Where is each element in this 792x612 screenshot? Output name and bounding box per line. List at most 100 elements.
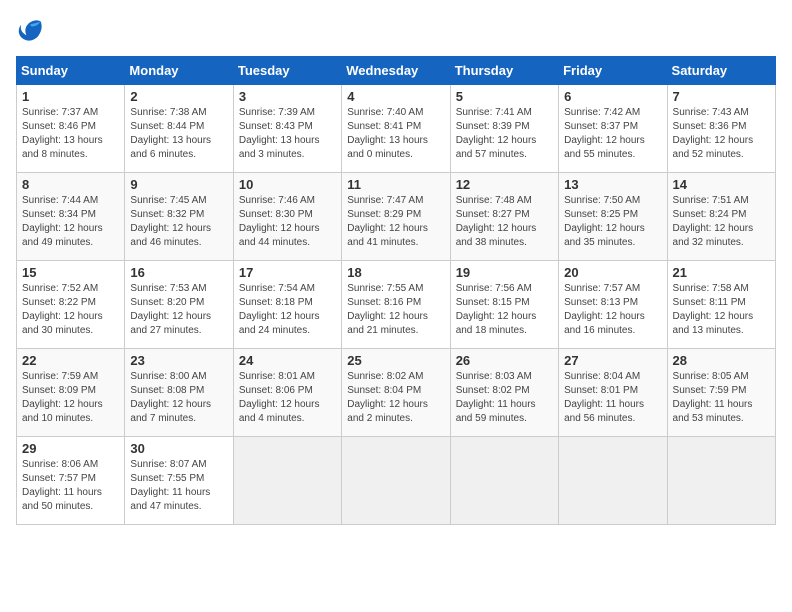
day-number: 25 bbox=[347, 353, 444, 368]
logo bbox=[16, 16, 48, 44]
calendar-cell: 19 Sunrise: 7:56 AM Sunset: 8:15 PM Dayl… bbox=[450, 261, 558, 349]
calendar-cell: 21 Sunrise: 7:58 AM Sunset: 8:11 PM Dayl… bbox=[667, 261, 775, 349]
calendar-cell bbox=[342, 437, 450, 525]
day-detail: Sunrise: 8:06 AM Sunset: 7:57 PM Dayligh… bbox=[22, 459, 102, 512]
day-number: 7 bbox=[673, 89, 770, 104]
calendar-cell: 16 Sunrise: 7:53 AM Sunset: 8:20 PM Dayl… bbox=[125, 261, 233, 349]
day-detail: Sunrise: 7:44 AM Sunset: 8:34 PM Dayligh… bbox=[22, 195, 103, 248]
day-number: 6 bbox=[564, 89, 661, 104]
calendar-cell: 7 Sunrise: 7:43 AM Sunset: 8:36 PM Dayli… bbox=[667, 85, 775, 173]
calendar-week-row: 22 Sunrise: 7:59 AM Sunset: 8:09 PM Dayl… bbox=[17, 349, 776, 437]
day-number: 4 bbox=[347, 89, 444, 104]
day-number: 3 bbox=[239, 89, 336, 104]
calendar-cell: 28 Sunrise: 8:05 AM Sunset: 7:59 PM Dayl… bbox=[667, 349, 775, 437]
column-header-friday: Friday bbox=[559, 57, 667, 85]
day-number: 5 bbox=[456, 89, 553, 104]
day-number: 14 bbox=[673, 177, 770, 192]
calendar-cell bbox=[559, 437, 667, 525]
day-detail: Sunrise: 7:38 AM Sunset: 8:44 PM Dayligh… bbox=[130, 107, 211, 160]
calendar-week-row: 29 Sunrise: 8:06 AM Sunset: 7:57 PM Dayl… bbox=[17, 437, 776, 525]
day-detail: Sunrise: 8:05 AM Sunset: 7:59 PM Dayligh… bbox=[673, 371, 753, 424]
calendar-cell: 20 Sunrise: 7:57 AM Sunset: 8:13 PM Dayl… bbox=[559, 261, 667, 349]
day-number: 22 bbox=[22, 353, 119, 368]
day-detail: Sunrise: 7:43 AM Sunset: 8:36 PM Dayligh… bbox=[673, 107, 754, 160]
calendar-cell: 30 Sunrise: 8:07 AM Sunset: 7:55 PM Dayl… bbox=[125, 437, 233, 525]
day-detail: Sunrise: 7:52 AM Sunset: 8:22 PM Dayligh… bbox=[22, 283, 103, 336]
day-number: 21 bbox=[673, 265, 770, 280]
calendar-week-row: 8 Sunrise: 7:44 AM Sunset: 8:34 PM Dayli… bbox=[17, 173, 776, 261]
day-detail: Sunrise: 7:54 AM Sunset: 8:18 PM Dayligh… bbox=[239, 283, 320, 336]
day-detail: Sunrise: 7:46 AM Sunset: 8:30 PM Dayligh… bbox=[239, 195, 320, 248]
day-detail: Sunrise: 7:56 AM Sunset: 8:15 PM Dayligh… bbox=[456, 283, 537, 336]
calendar-cell: 2 Sunrise: 7:38 AM Sunset: 8:44 PM Dayli… bbox=[125, 85, 233, 173]
day-detail: Sunrise: 8:00 AM Sunset: 8:08 PM Dayligh… bbox=[130, 371, 211, 424]
column-header-thursday: Thursday bbox=[450, 57, 558, 85]
calendar-cell: 12 Sunrise: 7:48 AM Sunset: 8:27 PM Dayl… bbox=[450, 173, 558, 261]
calendar-table: SundayMondayTuesdayWednesdayThursdayFrid… bbox=[16, 56, 776, 525]
day-number: 16 bbox=[130, 265, 227, 280]
calendar-cell: 9 Sunrise: 7:45 AM Sunset: 8:32 PM Dayli… bbox=[125, 173, 233, 261]
day-detail: Sunrise: 7:51 AM Sunset: 8:24 PM Dayligh… bbox=[673, 195, 754, 248]
day-detail: Sunrise: 7:40 AM Sunset: 8:41 PM Dayligh… bbox=[347, 107, 428, 160]
day-number: 30 bbox=[130, 441, 227, 456]
calendar-cell: 27 Sunrise: 8:04 AM Sunset: 8:01 PM Dayl… bbox=[559, 349, 667, 437]
page-header bbox=[16, 16, 776, 44]
calendar-cell: 17 Sunrise: 7:54 AM Sunset: 8:18 PM Dayl… bbox=[233, 261, 341, 349]
calendar-cell: 13 Sunrise: 7:50 AM Sunset: 8:25 PM Dayl… bbox=[559, 173, 667, 261]
day-detail: Sunrise: 8:01 AM Sunset: 8:06 PM Dayligh… bbox=[239, 371, 320, 424]
calendar-cell: 5 Sunrise: 7:41 AM Sunset: 8:39 PM Dayli… bbox=[450, 85, 558, 173]
day-detail: Sunrise: 7:37 AM Sunset: 8:46 PM Dayligh… bbox=[22, 107, 103, 160]
day-number: 24 bbox=[239, 353, 336, 368]
calendar-cell: 4 Sunrise: 7:40 AM Sunset: 8:41 PM Dayli… bbox=[342, 85, 450, 173]
day-detail: Sunrise: 7:58 AM Sunset: 8:11 PM Dayligh… bbox=[673, 283, 754, 336]
day-detail: Sunrise: 8:04 AM Sunset: 8:01 PM Dayligh… bbox=[564, 371, 644, 424]
day-number: 9 bbox=[130, 177, 227, 192]
calendar-cell: 6 Sunrise: 7:42 AM Sunset: 8:37 PM Dayli… bbox=[559, 85, 667, 173]
day-detail: Sunrise: 7:45 AM Sunset: 8:32 PM Dayligh… bbox=[130, 195, 211, 248]
day-detail: Sunrise: 7:59 AM Sunset: 8:09 PM Dayligh… bbox=[22, 371, 103, 424]
calendar-cell: 26 Sunrise: 8:03 AM Sunset: 8:02 PM Dayl… bbox=[450, 349, 558, 437]
column-header-saturday: Saturday bbox=[667, 57, 775, 85]
calendar-cell bbox=[233, 437, 341, 525]
calendar-cell bbox=[450, 437, 558, 525]
day-detail: Sunrise: 7:50 AM Sunset: 8:25 PM Dayligh… bbox=[564, 195, 645, 248]
column-header-tuesday: Tuesday bbox=[233, 57, 341, 85]
day-number: 20 bbox=[564, 265, 661, 280]
day-number: 8 bbox=[22, 177, 119, 192]
calendar-cell: 25 Sunrise: 8:02 AM Sunset: 8:04 PM Dayl… bbox=[342, 349, 450, 437]
day-detail: Sunrise: 7:41 AM Sunset: 8:39 PM Dayligh… bbox=[456, 107, 537, 160]
day-number: 10 bbox=[239, 177, 336, 192]
column-header-wednesday: Wednesday bbox=[342, 57, 450, 85]
day-detail: Sunrise: 7:39 AM Sunset: 8:43 PM Dayligh… bbox=[239, 107, 320, 160]
calendar-cell: 14 Sunrise: 7:51 AM Sunset: 8:24 PM Dayl… bbox=[667, 173, 775, 261]
calendar-cell: 15 Sunrise: 7:52 AM Sunset: 8:22 PM Dayl… bbox=[17, 261, 125, 349]
day-detail: Sunrise: 8:02 AM Sunset: 8:04 PM Dayligh… bbox=[347, 371, 428, 424]
calendar-cell: 8 Sunrise: 7:44 AM Sunset: 8:34 PM Dayli… bbox=[17, 173, 125, 261]
day-number: 29 bbox=[22, 441, 119, 456]
calendar-week-row: 1 Sunrise: 7:37 AM Sunset: 8:46 PM Dayli… bbox=[17, 85, 776, 173]
calendar-body: 1 Sunrise: 7:37 AM Sunset: 8:46 PM Dayli… bbox=[17, 85, 776, 525]
day-number: 17 bbox=[239, 265, 336, 280]
column-header-sunday: Sunday bbox=[17, 57, 125, 85]
calendar-cell: 10 Sunrise: 7:46 AM Sunset: 8:30 PM Dayl… bbox=[233, 173, 341, 261]
calendar-cell: 24 Sunrise: 8:01 AM Sunset: 8:06 PM Dayl… bbox=[233, 349, 341, 437]
day-number: 26 bbox=[456, 353, 553, 368]
day-detail: Sunrise: 7:48 AM Sunset: 8:27 PM Dayligh… bbox=[456, 195, 537, 248]
calendar-cell bbox=[667, 437, 775, 525]
calendar-cell: 23 Sunrise: 8:00 AM Sunset: 8:08 PM Dayl… bbox=[125, 349, 233, 437]
day-detail: Sunrise: 8:03 AM Sunset: 8:02 PM Dayligh… bbox=[456, 371, 536, 424]
day-number: 2 bbox=[130, 89, 227, 104]
day-detail: Sunrise: 7:57 AM Sunset: 8:13 PM Dayligh… bbox=[564, 283, 645, 336]
day-detail: Sunrise: 7:53 AM Sunset: 8:20 PM Dayligh… bbox=[130, 283, 211, 336]
day-number: 18 bbox=[347, 265, 444, 280]
day-detail: Sunrise: 8:07 AM Sunset: 7:55 PM Dayligh… bbox=[130, 459, 210, 512]
calendar-header-row: SundayMondayTuesdayWednesdayThursdayFrid… bbox=[17, 57, 776, 85]
calendar-cell: 18 Sunrise: 7:55 AM Sunset: 8:16 PM Dayl… bbox=[342, 261, 450, 349]
day-detail: Sunrise: 7:42 AM Sunset: 8:37 PM Dayligh… bbox=[564, 107, 645, 160]
calendar-week-row: 15 Sunrise: 7:52 AM Sunset: 8:22 PM Dayl… bbox=[17, 261, 776, 349]
day-number: 12 bbox=[456, 177, 553, 192]
day-number: 1 bbox=[22, 89, 119, 104]
calendar-cell: 29 Sunrise: 8:06 AM Sunset: 7:57 PM Dayl… bbox=[17, 437, 125, 525]
day-number: 11 bbox=[347, 177, 444, 192]
day-number: 15 bbox=[22, 265, 119, 280]
